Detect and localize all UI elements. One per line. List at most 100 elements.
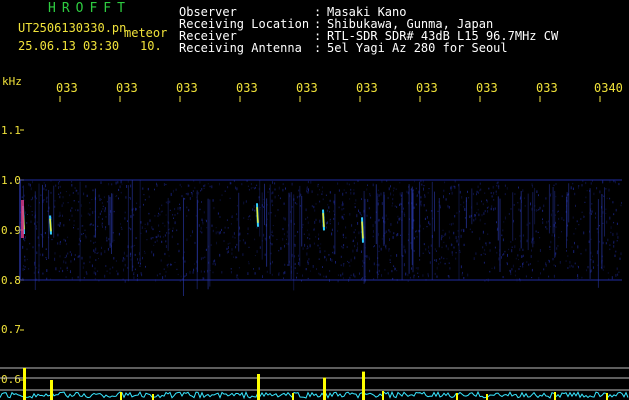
noise-speck — [140, 272, 142, 275]
noise-speck — [366, 255, 368, 258]
noise-speck — [487, 278, 489, 282]
noise-speck — [210, 244, 212, 246]
noise-speck — [229, 197, 231, 199]
noise-speck — [313, 205, 315, 209]
noise-speck — [455, 236, 457, 239]
noise-speck — [340, 264, 342, 267]
noise-speck — [159, 230, 161, 232]
noise-speck — [277, 209, 279, 211]
noise-speck — [246, 180, 248, 182]
noise-speck — [361, 250, 362, 253]
noise-speck — [490, 207, 492, 211]
noise-speck — [553, 264, 555, 266]
noise-speck — [590, 259, 592, 261]
noise-speck — [449, 236, 451, 240]
noise-speck — [320, 243, 322, 245]
noise-speck — [55, 267, 57, 271]
noise-speck — [247, 233, 249, 235]
noise-speck — [66, 269, 68, 271]
spectrogram — [0, 96, 629, 400]
noise-speck — [252, 186, 254, 189]
noise-speck — [329, 191, 331, 194]
noise-speck — [368, 256, 370, 259]
noise-speck — [511, 249, 513, 253]
noise-speck — [522, 234, 524, 237]
noise-speck — [319, 250, 321, 254]
noise-speck — [418, 276, 420, 278]
noise-speck — [254, 209, 256, 212]
noise-speck — [390, 255, 392, 257]
noise-speck — [549, 249, 551, 250]
noise-speck — [415, 187, 417, 190]
noise-speck — [581, 276, 583, 279]
noise-speck — [362, 277, 364, 279]
noise-speck — [381, 202, 383, 205]
noise-speck — [506, 187, 508, 190]
noise-speck — [602, 222, 604, 224]
noise-speck — [77, 209, 79, 212]
noise-speck — [63, 260, 65, 264]
noise-speck — [518, 268, 520, 270]
noise-speck — [217, 231, 219, 234]
noise-speck — [555, 252, 557, 255]
noise-speck — [96, 252, 98, 254]
noise-speck — [346, 246, 348, 248]
noise-speck — [33, 271, 35, 274]
noise-speck — [502, 254, 504, 256]
noise-speck — [291, 206, 293, 208]
noise-speck — [592, 260, 594, 263]
noise-speck — [478, 191, 479, 194]
noise-speck — [476, 190, 478, 193]
noise-speck — [108, 183, 110, 186]
noise-speck — [444, 233, 446, 237]
noise-speck — [487, 233, 489, 235]
noise-speck — [243, 201, 245, 205]
noise-speck — [239, 232, 241, 236]
noise-speck — [242, 239, 244, 242]
level-peak — [257, 374, 260, 400]
noise-speck — [392, 198, 394, 201]
noise-speck — [124, 257, 126, 261]
noise-speck — [452, 222, 454, 225]
noise-speck — [24, 268, 26, 270]
noise-speck — [80, 204, 82, 207]
noise-speck — [236, 187, 238, 191]
noise-speck — [324, 256, 326, 258]
noise-speck — [170, 192, 172, 196]
noise-speck — [411, 267, 412, 270]
noise-speck — [287, 264, 289, 266]
noise-speck — [357, 180, 359, 182]
noise-speck — [237, 277, 239, 280]
noise-speck — [416, 235, 418, 238]
noise-speck — [207, 183, 209, 185]
noise-speck — [349, 213, 351, 216]
noise-speck — [580, 218, 582, 220]
noise-speck — [494, 207, 496, 210]
noise-speck — [90, 223, 92, 226]
noise-speck — [441, 246, 443, 249]
noise-speck — [615, 208, 617, 212]
noise-speck — [599, 190, 601, 194]
noise-speck — [271, 243, 273, 246]
noise-speck — [413, 250, 415, 252]
noise-speck — [415, 267, 417, 269]
noise-speck — [519, 265, 521, 267]
noise-speck — [585, 248, 587, 252]
noise-speck — [333, 200, 335, 204]
noise-speck — [57, 233, 59, 237]
noise-speck — [219, 231, 221, 234]
noise-speck — [590, 212, 592, 215]
noise-speck — [221, 228, 222, 231]
noise-speck — [413, 276, 415, 279]
noise-speck — [543, 204, 545, 208]
level-peak — [152, 394, 154, 400]
noise-speck — [380, 192, 382, 196]
noise-speck — [278, 272, 280, 274]
noise-speck — [32, 180, 33, 184]
noise-speck — [409, 276, 411, 279]
noise-speck — [25, 236, 26, 239]
noise-speck — [462, 271, 463, 274]
noise-speck — [98, 258, 99, 260]
noise-speck — [553, 274, 555, 278]
noise-speck — [165, 245, 167, 248]
